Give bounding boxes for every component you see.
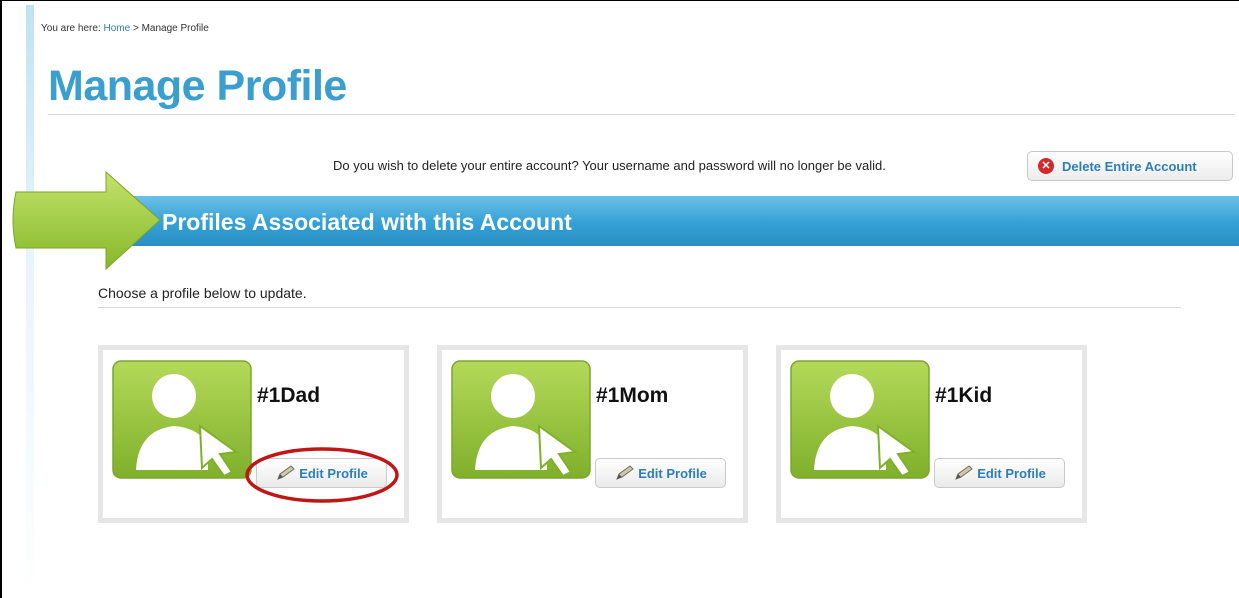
frame-left-border <box>0 0 2 598</box>
edit-profile-button[interactable]: Edit Profile <box>595 458 726 488</box>
pencil-icon <box>277 465 295 480</box>
breadcrumb-prefix: You are here: <box>41 23 101 34</box>
frame-top-border <box>0 0 1239 1</box>
side-decoration <box>26 5 34 595</box>
profile-card-dad: #1Dad Edit Profile <box>98 345 409 523</box>
edit-profile-label: Edit Profile <box>977 465 1046 481</box>
breadcrumb-separator: > <box>132 23 139 34</box>
profile-name: #1Dad <box>257 384 321 407</box>
profile-card-kid: #1Kid Edit Profile <box>776 345 1087 523</box>
user-cursor-avatar-icon <box>112 360 252 479</box>
user-cursor-avatar-icon <box>790 360 930 479</box>
profile-name: #1Mom <box>596 384 669 407</box>
breadcrumb-home-link[interactable]: Home <box>103 23 130 34</box>
edit-profile-label: Edit Profile <box>299 465 368 481</box>
profile-card-mom: #1Mom Edit Profile <box>437 345 748 523</box>
delete-circle-icon: ✕ <box>1038 158 1054 174</box>
page-title: Manage Profile <box>48 62 347 110</box>
delete-account-label: Delete Entire Account <box>1062 158 1197 174</box>
profile-name: #1Kid <box>935 384 993 407</box>
pencil-icon <box>955 465 973 480</box>
pencil-icon <box>616 465 634 480</box>
instruction-divider <box>98 307 1181 308</box>
green-arrow-icon <box>12 170 161 271</box>
breadcrumb: You are here: Home > Manage Profile <box>41 23 209 34</box>
delete-account-message: Do you wish to delete your entire accoun… <box>333 158 886 173</box>
breadcrumb-current: Manage Profile <box>141 23 209 34</box>
title-divider <box>48 114 1234 115</box>
section-title: Profiles Associated with this Account <box>162 209 572 235</box>
delete-entire-account-button[interactable]: ✕ Delete Entire Account <box>1027 151 1233 181</box>
edit-profile-label: Edit Profile <box>638 465 707 481</box>
profile-instruction: Choose a profile below to update. <box>98 285 307 301</box>
user-cursor-avatar-icon <box>451 360 591 479</box>
edit-profile-button[interactable]: Edit Profile <box>934 458 1065 488</box>
edit-profile-button[interactable]: Edit Profile <box>256 458 387 488</box>
